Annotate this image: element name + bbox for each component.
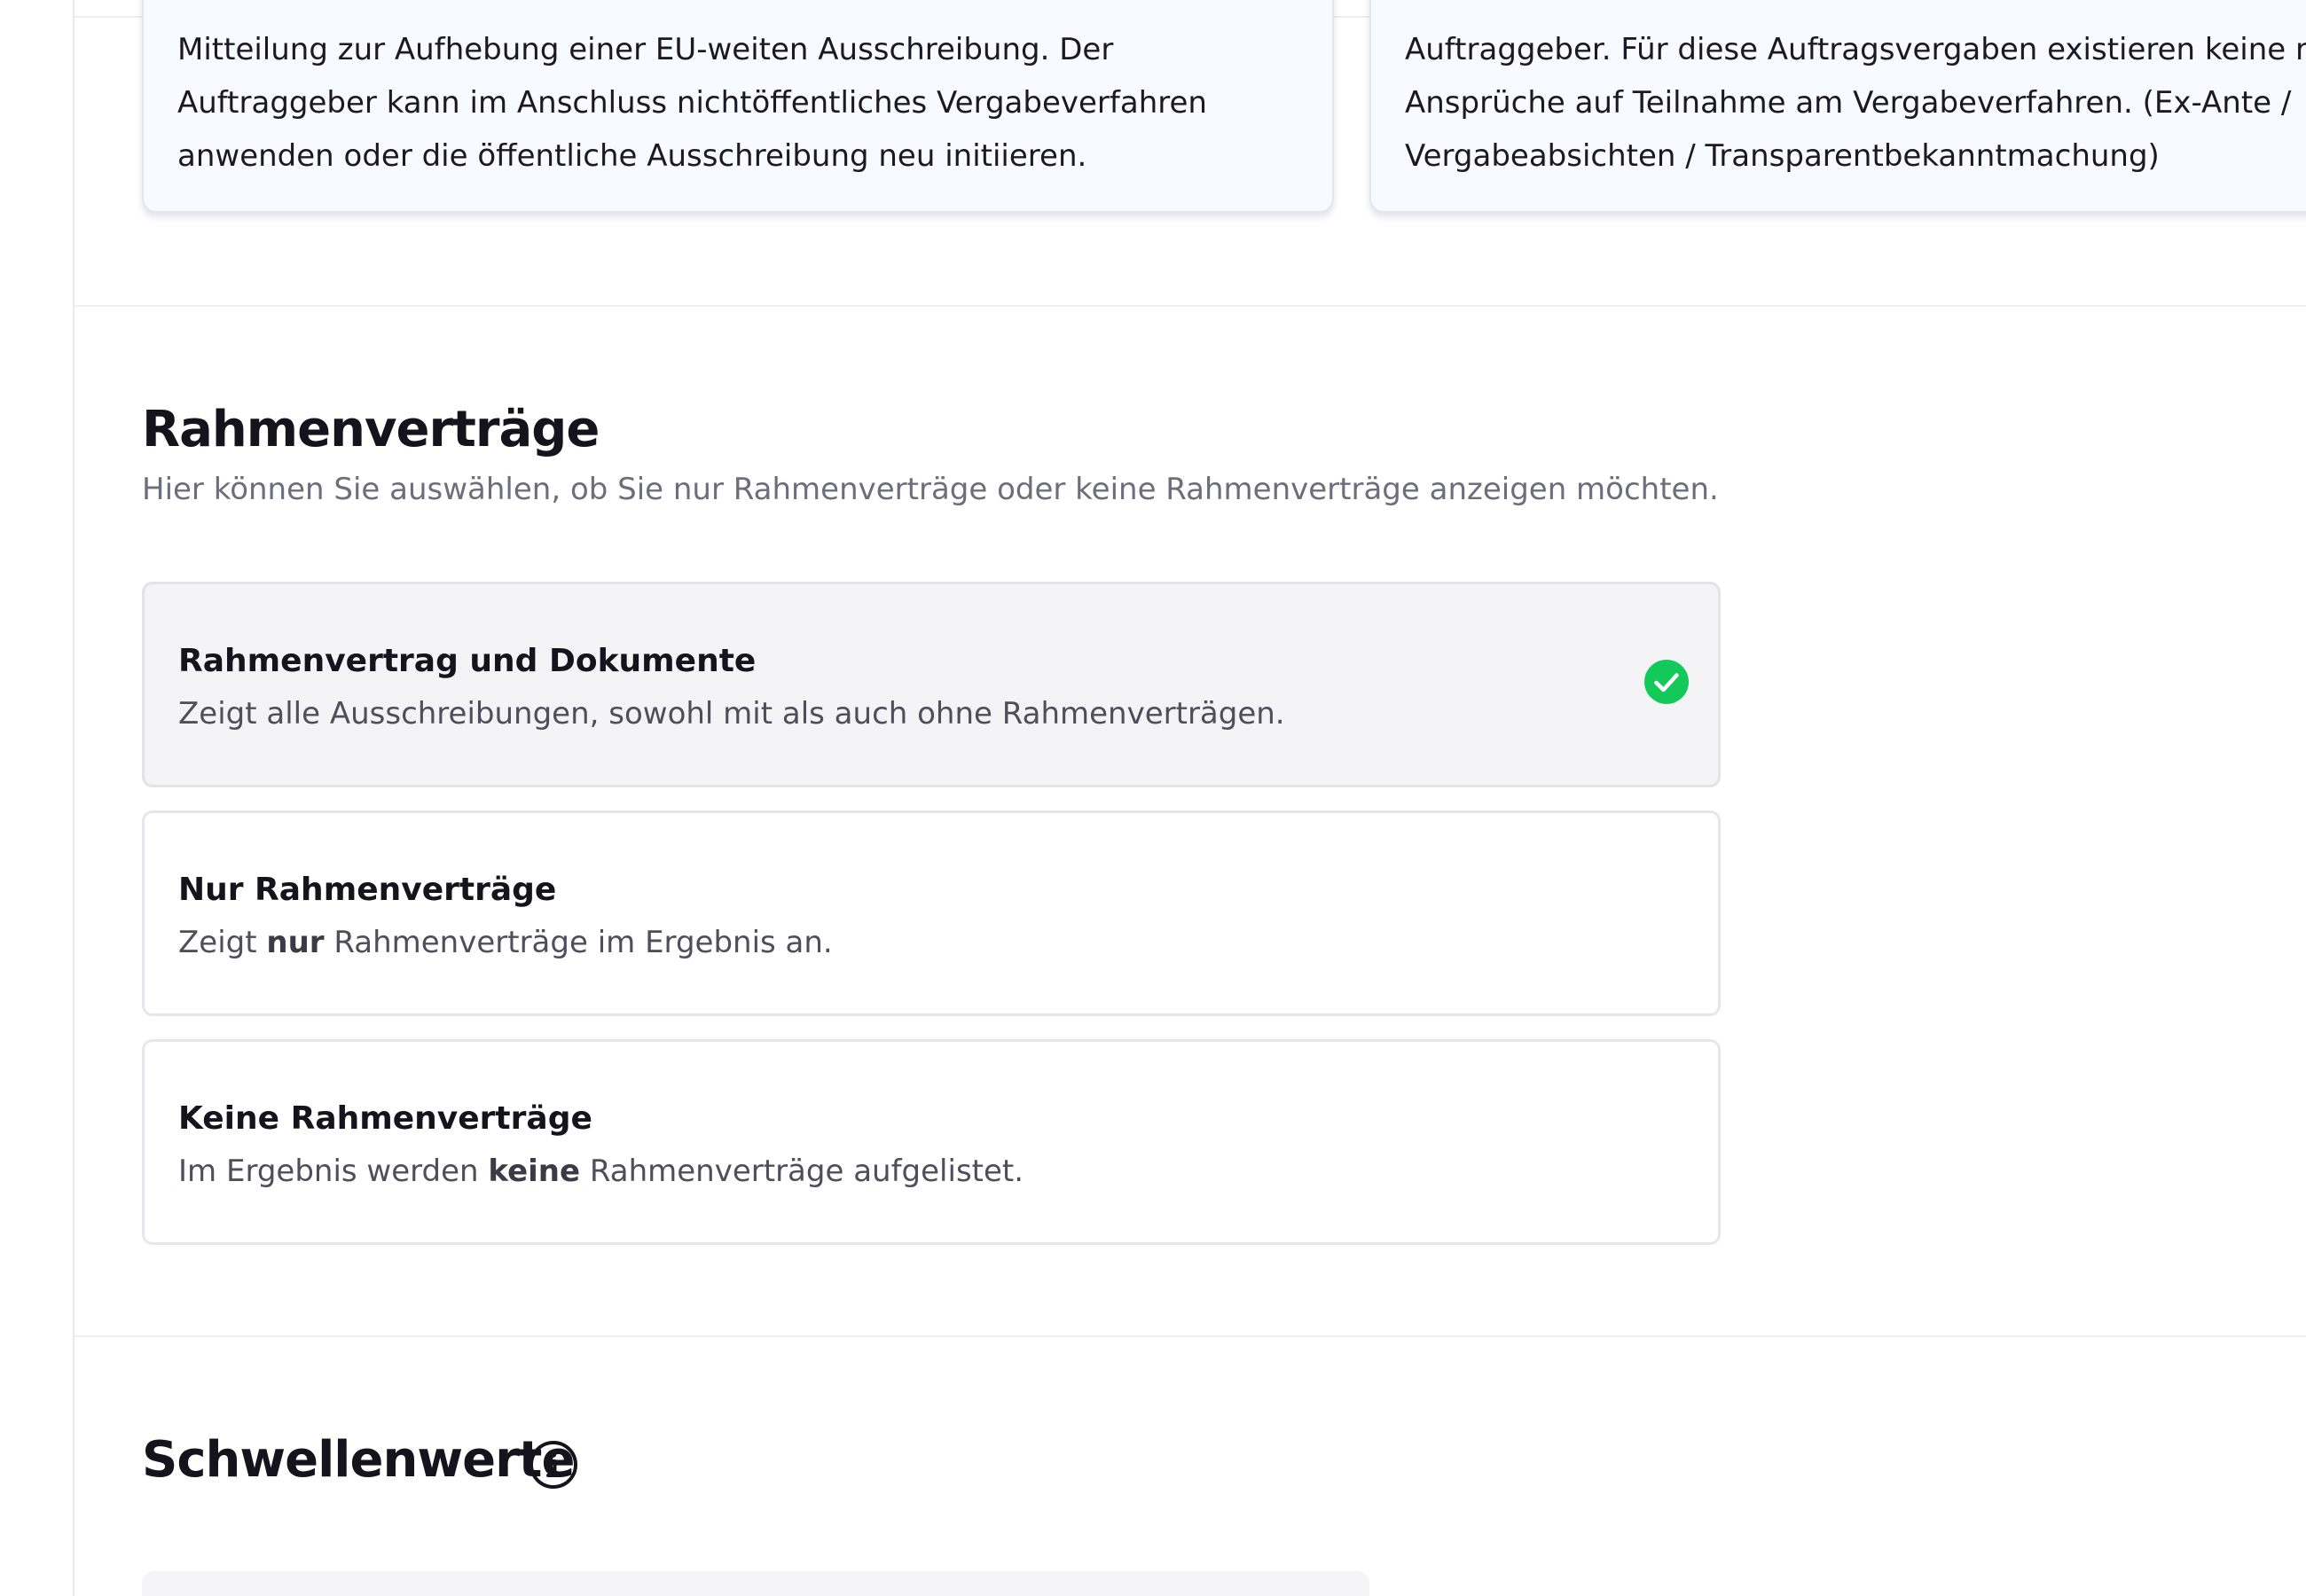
check-circle-icon [1644, 660, 1689, 704]
option-nur-rahmenvertraege[interactable]: Nur Rahmenverträge Zeigt nur Rahmenvertr… [142, 810, 1721, 1016]
option-title: Nur Rahmenverträge [178, 872, 557, 908]
schwellen-card[interactable] [142, 1571, 1369, 1596]
procedure-card-aufhebung[interactable]: Mitteilung zur Aufhebung einer EU-weiten… [142, 0, 1334, 213]
procedure-card-ex-ante[interactable]: Auftraggeber. Für diese Auftragsvergaben… [1369, 0, 2306, 213]
page: Mitteilung zur Aufhebung einer EU-weiten… [0, 0, 2306, 1596]
rahmen-section-title: Rahmenverträge [142, 401, 600, 458]
option-description: Im Ergebnis werden keine Rahmenverträge … [178, 1154, 1024, 1189]
option-description: Zeigt alle Ausschreibungen, sowohl mit a… [178, 696, 1285, 732]
option-title: Keine Rahmenverträge [178, 1100, 592, 1137]
procedure-card-text: Auftraggeber. Für diese Auftragsvergaben… [1405, 32, 2306, 174]
left-divider [73, 0, 75, 1596]
schwellen-section-title: Schwellenwerte [142, 1431, 575, 1489]
option-description: Zeigt nur Rahmenverträge im Ergebnis an. [178, 925, 833, 960]
option-title: Rahmenvertrag und Dokumente [178, 643, 757, 679]
option-rahmenvertrag-und-dokumente[interactable]: Rahmenvertrag und Dokumente Zeigt alle A… [142, 582, 1721, 787]
info-icon[interactable] [529, 1440, 578, 1490]
option-keine-rahmenvertraege[interactable]: Keine Rahmenverträge Im Ergebnis werden … [142, 1039, 1721, 1245]
procedure-card-text: Mitteilung zur Aufhebung einer EU-weiten… [177, 32, 1207, 174]
section-divider [75, 1335, 2306, 1337]
rahmen-section-subtitle: Hier können Sie auswählen, ob Sie nur Ra… [142, 472, 1719, 507]
section-divider [75, 305, 2306, 307]
